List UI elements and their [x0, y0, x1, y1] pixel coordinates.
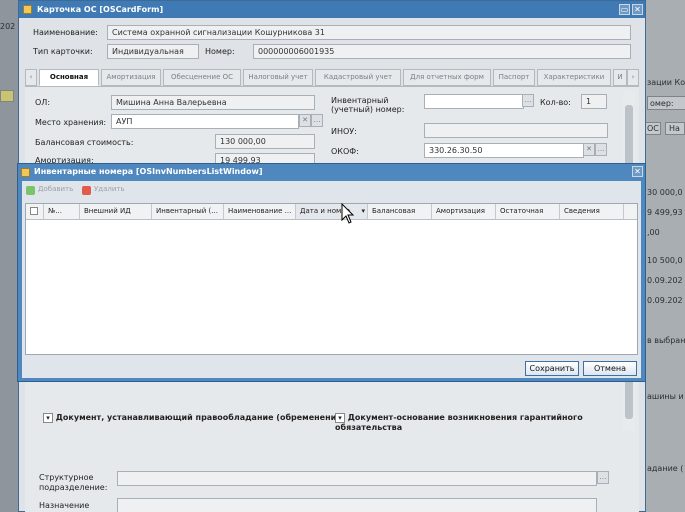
tab-more[interactable]: И	[613, 69, 627, 86]
window-app-icon	[23, 5, 32, 14]
col-date-number[interactable]: Дата и номер ▾	[296, 204, 368, 219]
inou-label: ИНОУ:	[331, 127, 357, 136]
ol-field[interactable]: Мишина Анна Валерьевна	[111, 95, 315, 110]
card-type-label: Тип карточки:	[33, 47, 93, 56]
bg-box: На	[665, 122, 685, 135]
inou-field[interactable]	[424, 123, 608, 138]
window-title-bar[interactable]: Карточка ОС [OSCardForm] ▭ ✕	[19, 1, 645, 18]
clear-icon[interactable]: ✕	[583, 143, 595, 156]
tab-tax[interactable]: Налоговый учет	[243, 69, 313, 86]
inventory-number-field[interactable]	[424, 94, 524, 109]
minimize-button[interactable]: ▭	[619, 4, 630, 15]
tab-impairment[interactable]: Обесценение ОС	[163, 69, 241, 86]
okof-label: ОКОФ:	[331, 147, 359, 156]
col-external-id[interactable]: Внешний ИД	[80, 204, 152, 219]
col-number[interactable]: №...	[44, 204, 80, 219]
modal-title-bar[interactable]: Инвентарные номера [OSInvNumbersListWind…	[18, 164, 645, 180]
tab-cadastral[interactable]: Кадастровый учет	[315, 69, 401, 86]
clear-icon[interactable]: ✕	[299, 114, 311, 127]
qty-field[interactable]: 1	[581, 94, 607, 109]
bg-left-fragment: 202	[0, 22, 16, 31]
purpose-field[interactable]	[117, 498, 597, 512]
doc-section-toggle[interactable]: ▾ Документ, устанавливающий правообладан…	[43, 413, 345, 423]
bg-fragment: 0.09.202	[647, 276, 683, 285]
ellipsis-icon[interactable]: …	[597, 471, 609, 484]
name-label: Наименование:	[33, 28, 98, 37]
bg-fragment: ашины и	[647, 392, 684, 401]
bg-fragment: 30 000,0	[647, 188, 683, 197]
chevron-down-icon[interactable]: ▾	[43, 413, 53, 423]
bg-right-panel: зации Ко омер: ОС На 30 000,0 9 499,93 ,…	[641, 0, 685, 512]
bg-fragment: 0.09.202	[647, 296, 683, 305]
col-residual[interactable]: Остаточная	[496, 204, 560, 219]
guarantee-section-toggle[interactable]: ▾ Документ-основание возникновения гаран…	[335, 413, 597, 433]
ellipsis-icon[interactable]: …	[311, 114, 323, 127]
grid-header: №... Внешний ИД Инвентарный (... Наимено…	[26, 204, 637, 220]
close-button[interactable]: ✕	[632, 4, 643, 15]
card-type-field[interactable]: Индивидуальная	[107, 44, 199, 59]
cancel-button[interactable]: Отмена	[583, 361, 637, 376]
delete-icon[interactable]	[82, 186, 91, 195]
qty-label: Кол-во:	[540, 98, 571, 107]
bg-fragment: зации Ко	[647, 78, 685, 87]
add-button[interactable]: Добавить	[38, 185, 73, 193]
ellipsis-icon[interactable]: …	[522, 94, 534, 107]
modal-title: Инвентарные номера [OSInvNumbersListWind…	[34, 167, 263, 176]
balance-label: Балансовая стоимость:	[35, 138, 134, 147]
bg-fragment: в выбран	[647, 336, 685, 345]
tab-osnovnaya[interactable]: Основная	[39, 69, 99, 86]
structural-unit-label: Структурное подразделение:	[39, 473, 108, 492]
inv-numbers-modal: Инвентарные номера [OSInvNumbersListWind…	[17, 163, 646, 382]
mouse-cursor-icon	[341, 203, 355, 224]
ol-label: ОЛ:	[35, 98, 51, 107]
bg-box: омер:	[647, 96, 685, 110]
tabs-scroll-left[interactable]: ‹	[25, 69, 37, 86]
col-info[interactable]: Сведения	[560, 204, 624, 219]
bg-fragment: 10 500,0	[647, 256, 683, 265]
chevron-down-icon[interactable]: ▾	[335, 413, 345, 423]
purpose-label: Назначение	[39, 501, 90, 510]
number-label: Номер:	[205, 47, 235, 56]
bg-fragment: омер:	[650, 99, 674, 108]
tab-amortization[interactable]: Амортизация	[101, 69, 161, 86]
delete-button[interactable]: Удалить	[94, 185, 125, 193]
modal-body: Добавить Удалить №... Внешний ИД Инвента…	[22, 181, 641, 378]
tabs-scroll-right[interactable]: ›	[627, 69, 639, 86]
ellipsis-icon[interactable]: …	[595, 143, 607, 156]
bg-fragment: ,00	[647, 228, 660, 237]
modal-app-icon	[21, 168, 30, 177]
col-name[interactable]: Наименование ...	[224, 204, 296, 219]
bg-fragment: 9 499,93	[647, 208, 683, 217]
inv-numbers-grid: №... Внешний ИД Инвентарный (... Наимено…	[25, 203, 638, 355]
storage-field[interactable]: АУП	[111, 114, 299, 129]
bg-left-box	[0, 90, 14, 102]
col-amortization[interactable]: Амортизация	[432, 204, 496, 219]
name-field[interactable]: Система охранной сигнализации Кошурников…	[107, 25, 631, 40]
tab-passport[interactable]: Паспорт	[493, 69, 535, 86]
modal-toolbar: Добавить Удалить	[22, 181, 641, 201]
tab-characteristics[interactable]: Характеристики	[537, 69, 611, 86]
col-balance[interactable]: Балансовая	[368, 204, 432, 219]
plus-icon[interactable]	[26, 186, 35, 195]
balance-field: 130 000,00	[215, 134, 315, 149]
chevron-down-icon[interactable]: ▾	[361, 204, 365, 219]
save-button[interactable]: Сохранить	[525, 361, 579, 376]
structural-unit-field[interactable]	[117, 471, 597, 486]
storage-label: Место хранения:	[35, 118, 107, 127]
select-all-checkbox[interactable]	[26, 204, 44, 219]
doc-section-label: Документ, устанавливающий правообладание…	[55, 413, 346, 422]
guarantee-section-label: Документ-основание возникновения гаранти…	[335, 413, 583, 432]
window-title: Карточка ОС [OSCardForm]	[37, 5, 164, 14]
number-field[interactable]: 000000006001935	[253, 44, 631, 59]
inventory-number-label: Инвентарный (учетный) номер:	[331, 96, 405, 114]
col-inventory[interactable]: Инвентарный (...	[152, 204, 224, 219]
modal-close-button[interactable]: ✕	[632, 166, 643, 177]
bg-fragment: На	[669, 124, 680, 133]
bg-fragment: адание (	[647, 464, 684, 473]
tab-report-forms[interactable]: Для отчетных форм	[403, 69, 491, 86]
okof-field[interactable]: 330.26.30.50	[424, 143, 584, 158]
bg-fragment: ОС	[647, 124, 659, 133]
